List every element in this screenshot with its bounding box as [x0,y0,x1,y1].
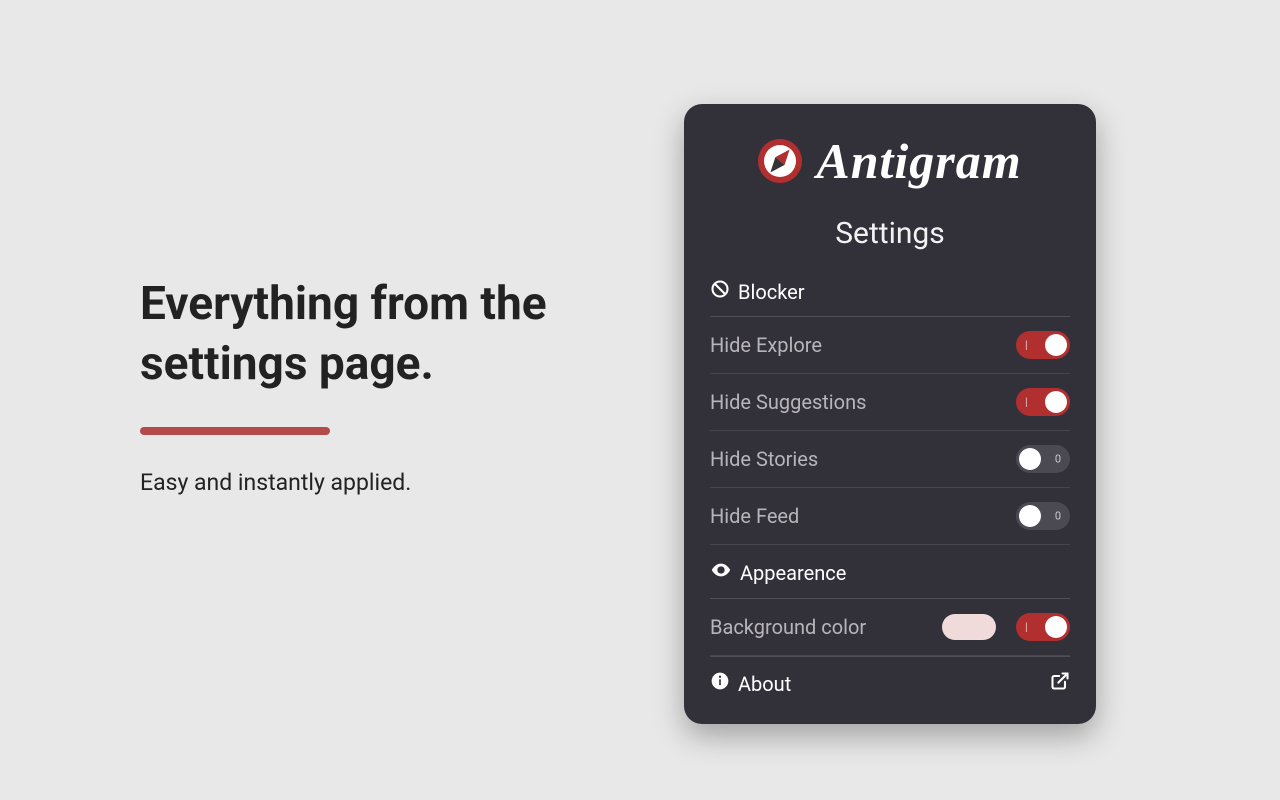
block-icon [710,279,730,304]
toggle-background-color[interactable]: | [1016,613,1070,641]
settings-title: Settings [710,216,1070,251]
section-blocker-header: Blocker [710,271,1070,317]
promo-subline: Easy and instantly applied. [140,469,620,496]
settings-panel: Antigram Settings Blocker Hide Explore |… [684,104,1096,724]
external-link-icon[interactable] [1050,671,1070,696]
about-row[interactable]: About [710,656,1070,696]
setting-row-hide-suggestions: Hide Suggestions | [710,374,1070,431]
compass-icon [758,139,802,183]
app-name: Antigram [816,132,1021,190]
eye-icon [710,559,732,586]
promo-block: Everything from the settings page. Easy … [140,275,620,496]
setting-label: Hide Suggestions [710,390,866,414]
setting-row-hide-stories: Hide Stories 0 [710,431,1070,488]
toggle-hide-explore[interactable]: | [1016,331,1070,359]
toggle-hide-suggestions[interactable]: | [1016,388,1070,416]
setting-label: Hide Explore [710,333,822,357]
background-color-swatch[interactable] [942,614,996,640]
toggle-hide-stories[interactable]: 0 [1016,445,1070,473]
promo-headline: Everything from the settings page. [140,275,620,395]
setting-row-hide-explore: Hide Explore | [710,317,1070,374]
about-label: About [738,672,791,696]
setting-row-hide-feed: Hide Feed 0 [710,488,1070,545]
section-blocker-title: Blocker [738,280,805,304]
setting-label: Background color [710,615,866,639]
app-brand: Antigram [710,132,1070,190]
setting-label: Hide Stories [710,447,818,471]
section-appearance-header: Appearence [710,551,1070,599]
setting-label: Hide Feed [710,504,799,528]
toggle-hide-feed[interactable]: 0 [1016,502,1070,530]
info-icon [710,671,730,696]
setting-row-background-color: Background color | [710,599,1070,656]
headline-underline [140,427,330,435]
section-appearance-title: Appearence [740,561,846,585]
